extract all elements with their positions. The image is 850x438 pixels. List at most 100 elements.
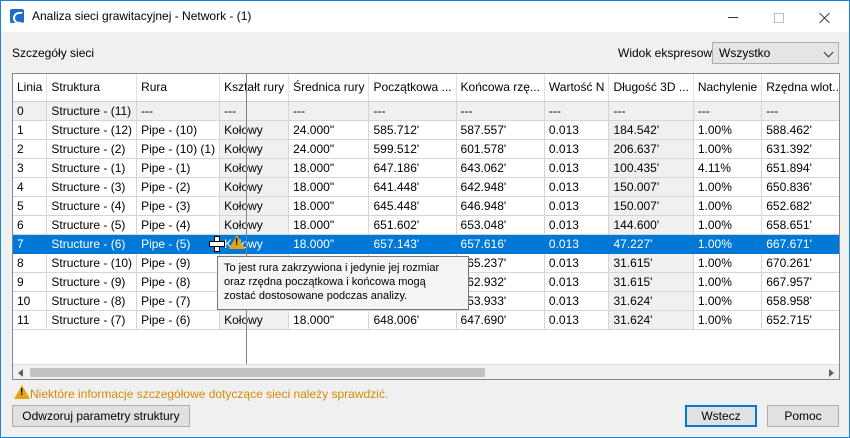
table-cell[interactable]: Structure - (8) [46,291,138,311]
table-cell[interactable]: 144.600' [608,215,694,235]
table-cell[interactable]: 2 [13,139,48,159]
table-cell[interactable]: 662.932' [456,272,545,292]
table-row[interactable]: 0 Structure - (11) --- --- --- --- --- --- --- --… [13,101,839,121]
table-cell[interactable]: Kołowy [219,196,290,216]
table-cell[interactable]: 18.000" [288,158,370,178]
column-header[interactable]: Kształt rury [219,74,290,102]
column-header[interactable]: Linia [13,74,48,102]
table-row[interactable]: 7 Structure - (6) Pipe - (5) Kołowy 18.000" 6… [13,234,839,254]
table-cell[interactable]: 1.00% [693,177,763,197]
column-header[interactable]: Nachylenie [693,74,763,102]
table-cell[interactable]: 1.00% [693,139,763,159]
table-cell[interactable]: 5 [13,196,48,216]
scroll-right-icon[interactable] [829,369,834,377]
table-cell[interactable]: 24.000" [288,120,370,140]
table-cell[interactable]: 8 [13,253,48,273]
table-cell[interactable]: 150.007' [608,177,694,197]
table-cell[interactable]: 18.000" [288,215,370,235]
table-cell[interactable]: Structure - (12) [46,120,138,140]
table-cell[interactable]: 18.000" [288,196,370,216]
help-button[interactable]: Pomoc [767,405,839,427]
table-cell[interactable]: 599.512' [368,139,457,159]
table-cell[interactable]: 646.948' [456,196,545,216]
table-row[interactable]: 4 Structure - (3) Pipe - (2) Kołowy 18.000" 6… [13,177,839,197]
table-cell[interactable]: Kołowy [219,120,290,140]
table-cell[interactable]: Pipe - (3) [136,196,221,216]
table-cell[interactable]: 1.00% [693,272,763,292]
table-cell[interactable]: Structure - (4) [46,196,138,216]
table-cell[interactable]: Structure - (6) [46,234,138,254]
horizontal-scrollbar[interactable] [13,364,839,379]
table-cell[interactable]: Pipe - (7) [136,291,221,311]
warning-icon[interactable] [229,235,245,249]
scroll-left-icon[interactable] [18,369,23,377]
table-cell[interactable]: 0 [13,101,48,121]
table-cell[interactable]: 31.624' [608,291,694,311]
table-cell[interactable]: 0.013 [544,139,610,159]
table-cell[interactable]: Kołowy [219,177,290,197]
table-cell[interactable]: 1.00% [693,234,763,254]
table-cell[interactable]: 667.957' [761,272,839,292]
table-cell[interactable]: 1.00% [693,291,763,311]
table-cell[interactable]: 657.143' [368,234,457,254]
table-cell[interactable]: 667.671' [761,234,839,254]
table-cell[interactable]: 24.000" [288,139,370,159]
table-cell[interactable]: 100.435' [608,158,694,178]
table-cell[interactable]: 7 [13,234,48,254]
table-row[interactable]: 6 Structure - (5) Pipe - (4) Kołowy 18.000" 6… [13,215,839,235]
table-cell[interactable]: --- [608,101,694,121]
table-cell[interactable]: 1.00% [693,253,763,273]
table-cell[interactable]: 1.00% [693,196,763,216]
table-cell[interactable]: --- [368,101,457,121]
column-header[interactable]: Rura [136,74,221,102]
table-cell[interactable]: Structure - (7) [46,310,138,330]
table-cell[interactable]: --- [288,101,370,121]
table-cell[interactable]: Structure - (11) [46,101,138,121]
table-cell[interactable]: 658.651' [761,215,839,235]
table-cell[interactable]: --- [136,101,221,121]
table-cell[interactable]: 0.013 [544,234,610,254]
column-header[interactable]: Wartość N [544,74,610,102]
table-cell[interactable]: 31.615' [608,272,694,292]
table-cell[interactable]: Pipe - (9) [136,253,221,273]
table-cell[interactable]: Structure - (5) [46,215,138,235]
table-row[interactable]: 3 Structure - (1) Pipe - (1) Kołowy 18.000" 6… [13,158,839,178]
table-cell[interactable]: 0.013 [544,158,610,178]
close-button[interactable] [802,1,848,32]
table-cell[interactable]: 651.894' [761,158,839,178]
table-cell[interactable]: 642.948' [456,177,545,197]
table-row[interactable]: 2 Structure - (2) Pipe - (10) (1) Kołowy 24.… [13,139,839,159]
table-cell[interactable]: Structure - (2) [46,139,138,159]
table-cell[interactable]: 585.712' [368,120,457,140]
table-row[interactable]: 1 Structure - (12) Pipe - (10) Kołowy 24.000… [13,120,839,140]
column-header[interactable]: Średnica rury [288,74,370,102]
table-cell[interactable]: 648.006' [368,310,457,330]
column-header[interactable]: Końcowa rzę... [456,74,545,102]
table-cell[interactable]: 653.933' [456,291,545,311]
table-cell[interactable]: Pipe - (8) [136,272,221,292]
table-cell[interactable]: 0.013 [544,310,610,330]
table-cell[interactable]: Structure - (10) [46,253,138,273]
table-cell[interactable]: 18.000" [288,310,370,330]
table-cell[interactable]: 18.000" [288,234,370,254]
table-cell[interactable]: 206.637' [608,139,694,159]
table-cell[interactable]: Kołowy [219,310,290,330]
network-details-grid[interactable]: Linia Struktura Rura Kształt rury Średnica r… [12,73,840,380]
minimize-button[interactable] [710,1,756,32]
table-row[interactable]: 5 Structure - (4) Pipe - (3) Kołowy 18.000" 6… [13,196,839,216]
table-cell[interactable]: Structure - (9) [46,272,138,292]
table-cell[interactable]: Pipe - (5) [136,234,221,254]
table-cell[interactable]: 670.261' [761,253,839,273]
column-header[interactable]: Struktura [46,74,138,102]
table-cell[interactable]: Structure - (1) [46,158,138,178]
table-cell[interactable]: --- [456,101,545,121]
column-header[interactable]: Długość 3D ... [608,74,694,102]
table-cell[interactable]: 658.958' [761,291,839,311]
table-cell[interactable]: 4.11% [693,158,763,178]
table-cell[interactable]: 31.624' [608,310,694,330]
table-cell[interactable]: 9 [13,272,48,292]
table-cell[interactable]: Kołowy [219,215,290,235]
view-select[interactable]: Wszystko [712,42,839,64]
table-cell[interactable]: 643.062' [456,158,545,178]
table-cell[interactable]: 4 [13,177,48,197]
